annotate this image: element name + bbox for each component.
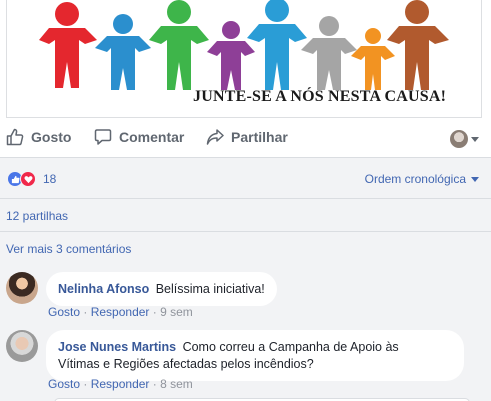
avatar[interactable]	[6, 272, 38, 304]
comment-meta: Gosto · Responder · 8 sem	[48, 377, 193, 391]
person-figure-teal	[247, 0, 307, 90]
person-figure-green	[149, 0, 209, 90]
paper-chain-people-illustration	[39, 0, 449, 90]
love-reaction-icon	[20, 171, 36, 187]
comment-reply-link[interactable]: Responder	[91, 305, 150, 319]
comment-button[interactable]: Comentar	[94, 128, 184, 146]
comment-button-label: Comentar	[119, 129, 185, 145]
like-button[interactable]: Gosto	[6, 128, 71, 146]
person-figure-blue	[95, 14, 151, 90]
person-figure-brown	[387, 0, 449, 90]
comment-text: Belíssima iniciativa!	[155, 282, 265, 296]
comment-text-line2: Vítimas e Regiões afectadas pelos incênd…	[58, 357, 314, 371]
like-button-label: Gosto	[31, 129, 72, 145]
share-button[interactable]: Partilhar	[206, 128, 288, 146]
comment-icon	[94, 129, 112, 145]
comment-order-dropdown[interactable]: Ordem cronológica	[365, 172, 479, 186]
viewer-avatar	[450, 130, 468, 148]
comment-like-link[interactable]: Gosto	[48, 377, 80, 391]
comment-reply-link[interactable]: Responder	[91, 377, 150, 391]
post-action-bar: Gosto Comentar Partilhar	[0, 120, 491, 158]
comment-bubble: Jose Nunes Martins Como correu a Campanh…	[46, 330, 464, 381]
comment-timestamp[interactable]: 8 sem	[160, 377, 193, 391]
comment-author[interactable]: Jose Nunes Martins	[58, 340, 176, 354]
thumbs-up-icon	[6, 128, 24, 146]
avatar[interactable]	[6, 330, 38, 362]
person-figure-gray	[301, 16, 357, 90]
view-more-comments-link[interactable]: Ver mais 3 comentários	[6, 242, 131, 256]
chevron-down-icon	[471, 176, 479, 182]
person-figure-red	[39, 2, 97, 88]
comment-like-link[interactable]: Gosto	[48, 305, 80, 319]
share-button-label: Partilhar	[231, 129, 288, 145]
post-image[interactable]: JUNTE-SE A NÓS NESTA CAUSA!	[6, 0, 482, 118]
comment-text-line1: Como correu a Campanha de Apoio às	[182, 340, 399, 354]
divider	[0, 231, 491, 232]
reaction-count[interactable]: 18	[43, 172, 56, 186]
person-figure-orange	[351, 28, 395, 90]
comment-bubble: Nelinha Afonso Belíssima iniciativa!	[46, 272, 277, 306]
share-icon	[206, 129, 224, 145]
image-caption: JUNTE-SE A NÓS NESTA CAUSA!	[193, 88, 447, 105]
comment-meta: Gosto · Responder · 9 sem	[48, 305, 193, 319]
reaction-icons[interactable]	[7, 171, 36, 187]
comment-author[interactable]: Nelinha Afonso	[58, 282, 149, 296]
shares-count-link[interactable]: 12 partilhas	[6, 209, 68, 223]
divider	[0, 198, 491, 199]
person-figure-purple	[207, 21, 255, 90]
comment-timestamp[interactable]: 9 sem	[160, 305, 193, 319]
post-as-selector[interactable]	[450, 130, 479, 148]
chevron-down-icon	[471, 136, 479, 142]
comment-order-label: Ordem cronológica	[364, 172, 466, 186]
reactions-row: 18 Ordem cronológica	[0, 158, 491, 198]
